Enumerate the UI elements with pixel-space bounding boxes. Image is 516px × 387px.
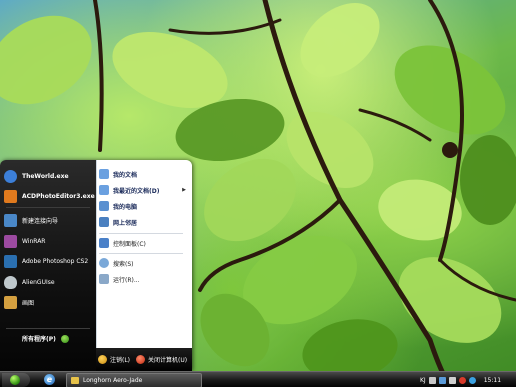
taskbar: e Longhorn Aero-Jade KJ 15:11 [0, 371, 516, 387]
place-network[interactable]: 网上邻居 [99, 215, 189, 229]
recent-item-label: Adobe Photoshop CS2 [22, 257, 89, 265]
control-panel-icon [99, 238, 109, 248]
theworld-browser-icon [4, 169, 17, 183]
run-item[interactable]: 运行(R)... [99, 272, 189, 286]
my-computer-icon [99, 201, 109, 211]
logoff-icon [98, 355, 107, 364]
search-icon [99, 258, 109, 268]
network-places-icon [99, 217, 109, 227]
all-programs-button[interactable]: 所有程序(P) [22, 334, 56, 343]
desktop: 注销(L) 关闭计算机(U) TheWorld.exe ACDPhotoEdit… [0, 0, 516, 387]
volume-icon[interactable] [448, 376, 456, 384]
place-label: 我的电脑 [113, 203, 138, 211]
separator [99, 253, 183, 254]
clock[interactable]: 15:11 [484, 377, 501, 384]
recent-item-paint[interactable]: 画图 [4, 293, 94, 311]
separator [6, 207, 90, 208]
my-documents-icon [99, 169, 109, 179]
logoff-label: 注销(L) [110, 357, 131, 364]
recent-item-alienguise[interactable]: AlienGUIse [4, 273, 94, 291]
alien-icon [4, 275, 17, 289]
input-method-icon[interactable] [428, 376, 436, 384]
recent-item-photoshop[interactable]: Adobe Photoshop CS2 [4, 252, 94, 270]
place-recent-documents[interactable]: 我最近的文档(D) ▶ [99, 183, 189, 197]
pinned-item-theworld[interactable]: TheWorld.exe [4, 167, 94, 185]
recent-item-label: 画图 [22, 299, 35, 307]
place-label: 我最近的文档(D) [113, 187, 160, 195]
recent-item-label: AlienGUIse [22, 278, 55, 286]
place-label: 我的文档 [113, 171, 138, 179]
control-panel-item[interactable]: 控制面板(C) [99, 236, 189, 250]
paint-icon [4, 295, 17, 309]
pinned-item-label: TheWorld.exe [22, 172, 69, 180]
search-label: 搜索(S) [113, 260, 134, 268]
pinned-item-label: ACDPhotoEditor3.exe [22, 192, 95, 200]
messenger-icon[interactable] [468, 376, 476, 384]
run-icon [99, 274, 109, 284]
recent-documents-icon [99, 185, 109, 195]
separator [99, 233, 183, 234]
control-panel-label: 控制面板(C) [113, 240, 146, 248]
recent-item-network-wizard[interactable]: 新建连接向导 [4, 211, 94, 229]
photoshop-icon [4, 254, 17, 268]
taskbar-window-button[interactable]: Longhorn Aero-Jade [66, 373, 202, 387]
place-my-documents[interactable]: 我的文档 [99, 167, 189, 181]
separator [6, 328, 90, 329]
recent-item-label: 新建连接向导 [22, 217, 59, 225]
shutdown-icon [136, 355, 145, 364]
logoff-button[interactable]: 注销(L) [98, 348, 130, 371]
search-item[interactable]: 搜索(S) [99, 256, 189, 270]
internet-explorer-icon[interactable]: e [44, 374, 55, 385]
shutdown-button[interactable]: 关闭计算机(U) [136, 348, 187, 371]
windows-orb-icon [10, 375, 20, 385]
arrow-right-icon [61, 335, 69, 343]
system-tray: KJ 15:11 [420, 372, 516, 387]
network-icon[interactable] [438, 376, 446, 384]
winrar-icon [4, 234, 17, 248]
acdsee-photo-editor-icon [4, 189, 17, 203]
place-my-computer[interactable]: 我的电脑 [99, 199, 189, 213]
pinned-item-acdsee[interactable]: ACDPhotoEditor3.exe [4, 187, 95, 205]
place-label: 网上邻居 [113, 219, 138, 227]
recent-item-winrar[interactable]: WinRAR [4, 232, 94, 250]
language-indicator[interactable]: KJ [420, 377, 426, 384]
network-wizard-icon [4, 213, 17, 227]
start-button[interactable] [2, 373, 30, 387]
recent-item-label: WinRAR [22, 237, 46, 245]
run-label: 运行(R)... [113, 276, 140, 284]
shutdown-label: 关闭计算机(U) [148, 357, 188, 364]
submenu-arrow-icon: ▶ [182, 187, 186, 193]
folder-icon [71, 377, 79, 384]
taskbar-window-title: Longhorn Aero-Jade [83, 377, 143, 384]
security-alert-icon[interactable] [458, 376, 466, 384]
start-menu-footer: 注销(L) 关闭计算机(U) [96, 348, 192, 371]
